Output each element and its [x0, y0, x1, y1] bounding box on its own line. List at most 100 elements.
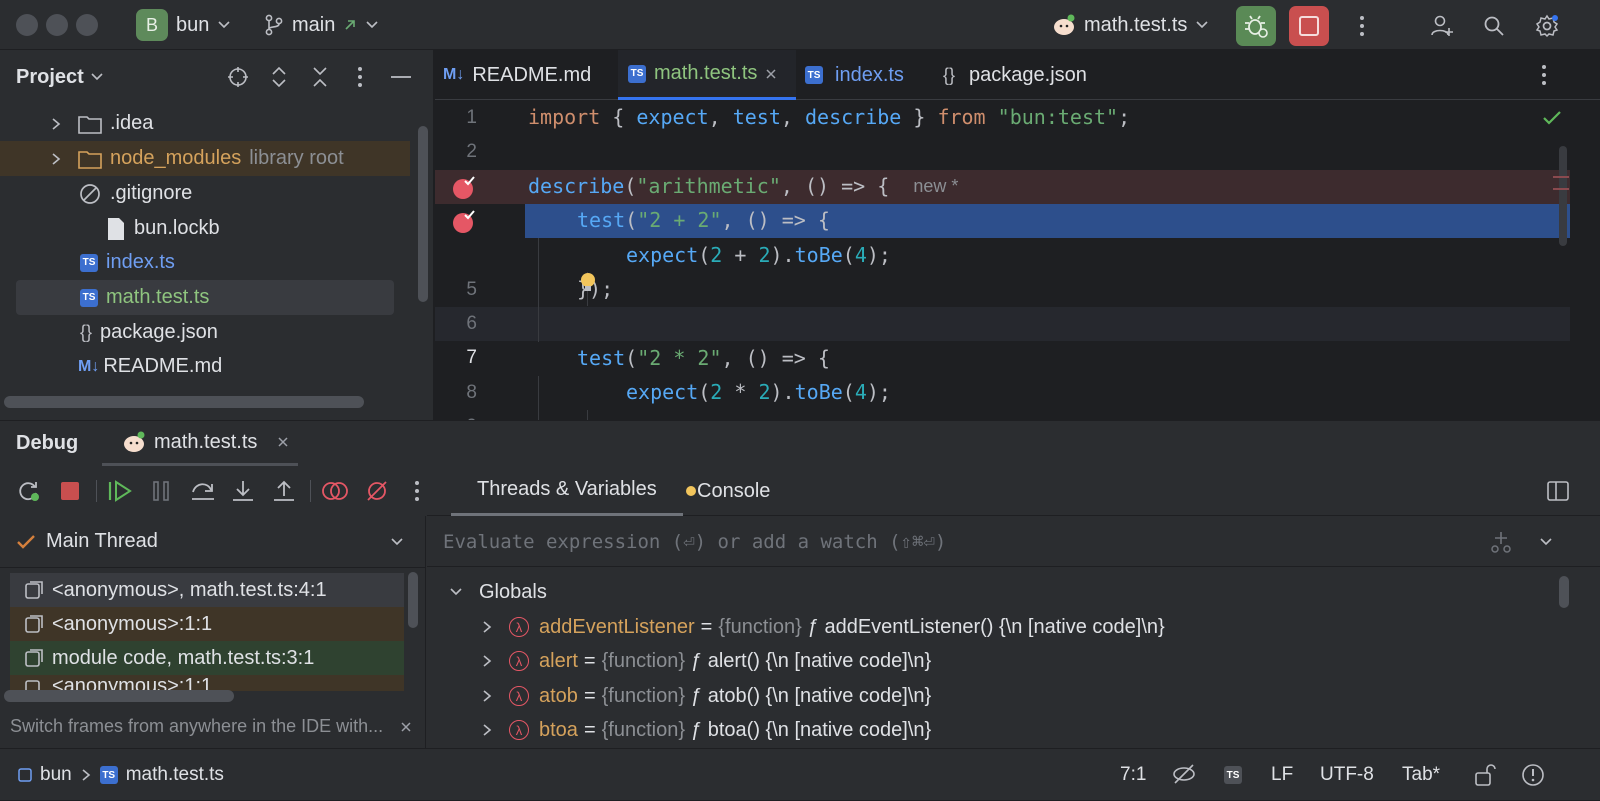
breakpoint-icon[interactable]: [451, 209, 477, 235]
code-line[interactable]: describe("arithmetic", () => { new *: [528, 169, 1600, 203]
frames-hint: Switch frames from anywhere in the IDE w…: [0, 704, 426, 749]
evaluate-expression-bar[interactable]: Evaluate expression (⏎) or add a watch (…: [427, 517, 1600, 567]
horizontal-scrollbar[interactable]: [4, 396, 364, 408]
tab-console[interactable]: Console: [685, 466, 770, 516]
tree-item-idea[interactable]: .idea: [0, 106, 410, 141]
variable-row[interactable]: λ btoa = {function} ƒ btoa() {\n [native…: [481, 713, 931, 747]
more-actions-button[interactable]: [1342, 6, 1382, 46]
more-vertical-icon[interactable]: [1541, 64, 1547, 86]
editor-scrollbar[interactable]: [1559, 146, 1567, 246]
tab-index-ts[interactable]: TS index.ts: [805, 50, 904, 100]
search-everywhere-button[interactable]: [1474, 6, 1514, 46]
breakpoint-icon[interactable]: [451, 175, 477, 201]
breadcrumb-project[interactable]: bun: [40, 764, 72, 786]
stack-frame[interactable]: <anonymous>, math.test.ts:4:1: [10, 573, 404, 607]
chevron-down-icon[interactable]: [1539, 535, 1553, 549]
pause-button[interactable]: [146, 476, 176, 506]
stack-frame[interactable]: module code, math.test.ts:3:1: [10, 641, 404, 675]
view-breakpoints-button[interactable]: [320, 476, 350, 506]
chevron-down-icon[interactable]: [90, 70, 104, 84]
close-icon[interactable]: [765, 68, 777, 80]
vertical-scrollbar[interactable]: [1559, 576, 1569, 608]
step-over-button[interactable]: [188, 476, 218, 506]
run-configuration-selector[interactable]: math.test.ts: [1052, 0, 1209, 50]
chevron-down-icon: [450, 588, 462, 596]
code-line[interactable]: test("2 * 2", () => {: [528, 341, 1600, 375]
lambda-icon: λ: [509, 720, 529, 740]
tab-package-json[interactable]: {} package.json: [943, 50, 1087, 100]
line-separator[interactable]: LF: [1271, 749, 1293, 801]
thread-selector[interactable]: Main Thread: [0, 516, 426, 568]
debug-session-tab[interactable]: math.test.ts: [102, 421, 298, 466]
indent-setting[interactable]: Tab*: [1402, 749, 1440, 801]
code-line[interactable]: import { expect, test, describe } from "…: [528, 100, 1600, 134]
toolbar-separator: [310, 480, 311, 502]
tree-item-readme-md[interactable]: M↓ README.md: [0, 349, 410, 384]
console-warning-icon: [686, 486, 696, 496]
settings-button[interactable]: [1527, 6, 1567, 46]
stack-frame[interactable]: <anonymous>:1:1: [10, 675, 404, 691]
rerun-button[interactable]: [14, 476, 44, 506]
hide-panel-icon[interactable]: [390, 75, 412, 79]
frame-label: module code, math.test.ts:3:1: [52, 646, 315, 669]
horizontal-scrollbar[interactable]: [4, 690, 234, 702]
gear-icon: [1535, 14, 1559, 38]
close-icon[interactable]: [277, 436, 289, 448]
layout-icon[interactable]: [1547, 481, 1569, 501]
stack-frame[interactable]: <anonymous>:1:1: [10, 607, 404, 641]
markdown-file-icon: M↓: [78, 357, 100, 375]
lightbulb-icon[interactable]: [579, 272, 597, 294]
stop-button[interactable]: [1289, 6, 1329, 46]
no-inspections-icon[interactable]: [1172, 763, 1196, 785]
variable-row[interactable]: λ atob = {function} ƒ atob() {\n [native…: [481, 679, 931, 713]
code-with-me-button[interactable]: [1422, 6, 1462, 46]
project-panel-title[interactable]: Project: [16, 66, 84, 89]
tab-math-test-ts[interactable]: TS math.test.ts: [618, 50, 796, 100]
caret-position[interactable]: 7:1: [1120, 749, 1146, 801]
globals-node[interactable]: Globals: [449, 575, 547, 609]
no-problems-checkmark-icon[interactable]: [1542, 110, 1562, 126]
code-line[interactable]: expect(2 + 2). toBe(4);: [528, 238, 1600, 272]
rerun-debug-button[interactable]: [1236, 6, 1276, 46]
tab-readme-md[interactable]: M↓ README.md: [443, 50, 611, 100]
variable-row[interactable]: λ addEventListener = {function} ƒ addEve…: [481, 610, 1165, 644]
resume-button[interactable]: [106, 476, 136, 506]
code-line[interactable]: expect(2 * 2). toBe(4);: [528, 375, 1600, 409]
line-number: 1: [466, 107, 477, 128]
tree-item-index-ts[interactable]: TS index.ts: [0, 245, 410, 280]
notifications-icon[interactable]: [1521, 763, 1545, 787]
code-line[interactable]: });: [528, 272, 1600, 306]
tree-item-node-modules[interactable]: node_modules library root: [0, 141, 410, 176]
more-vertical-icon: [1360, 16, 1364, 36]
tree-item-bun-lockb[interactable]: bun.lockb: [0, 211, 410, 246]
stop-debug-button[interactable]: [55, 476, 85, 506]
window-close-button[interactable]: [16, 14, 38, 36]
breadcrumb-file[interactable]: math.test.ts: [126, 764, 224, 786]
step-out-button[interactable]: [269, 476, 299, 506]
vertical-scrollbar[interactable]: [408, 572, 418, 628]
expand-all-icon[interactable]: [270, 66, 288, 88]
file-encoding[interactable]: UTF-8: [1320, 749, 1374, 801]
tab-threads-variables[interactable]: Threads & Variables: [451, 466, 683, 516]
more-vertical-icon[interactable]: [357, 66, 363, 88]
close-icon[interactable]: [400, 721, 412, 733]
window-minimize-button[interactable]: [46, 14, 68, 36]
collapse-all-icon[interactable]: [311, 66, 329, 88]
variable-value: ƒ addEventListener() {\n [native code]\n…: [807, 615, 1165, 638]
variable-row[interactable]: λ alert = {function} ƒ alert() {\n [nati…: [481, 644, 931, 678]
tree-item-package-json[interactable]: {} package.json: [0, 315, 410, 350]
project-switcher[interactable]: B bun: [136, 0, 231, 50]
step-into-button[interactable]: [228, 476, 258, 506]
tree-item-math-test-ts[interactable]: TS math.test.ts: [16, 280, 394, 315]
tree-item-gitignore[interactable]: .gitignore: [0, 176, 410, 211]
mute-breakpoints-button[interactable]: [362, 476, 392, 506]
window-zoom-button[interactable]: [76, 14, 98, 36]
code-line-current[interactable]: test("2 + 2", () => {: [528, 203, 1600, 237]
unlock-icon[interactable]: [1474, 763, 1496, 787]
evaluate-input[interactable]: Evaluate expression (⏎) or add a watch (…: [443, 531, 946, 553]
add-watch-icon[interactable]: [1489, 530, 1513, 554]
typescript-service-icon[interactable]: TS: [1224, 766, 1242, 784]
vertical-scrollbar[interactable]: [418, 126, 428, 302]
branch-switcher[interactable]: main: [264, 0, 379, 50]
locate-file-icon[interactable]: [227, 66, 249, 88]
